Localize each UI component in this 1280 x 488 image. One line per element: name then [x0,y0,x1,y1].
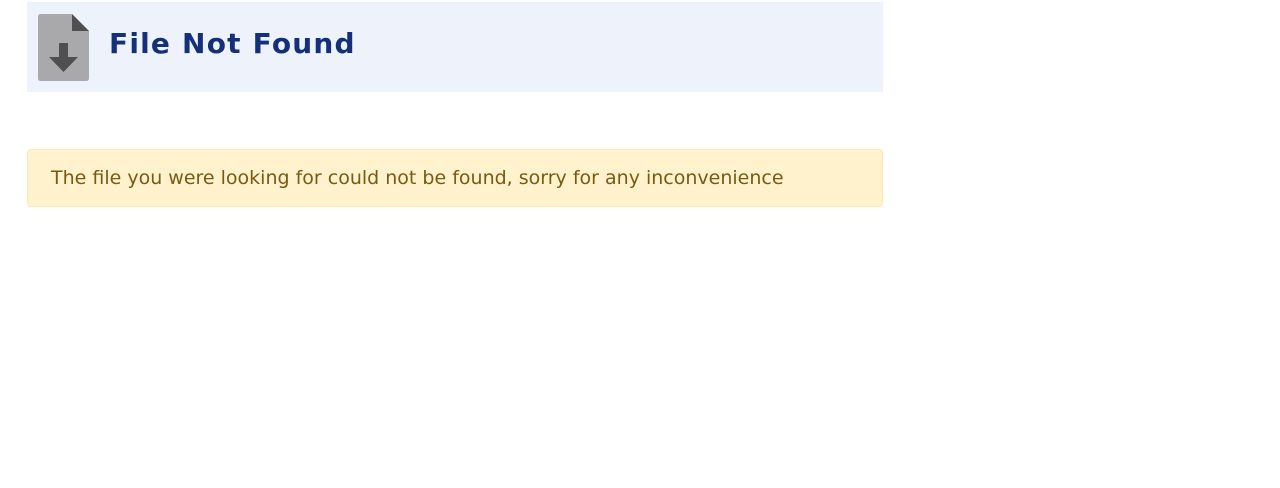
alert-message: The file you were looking for could not … [51,167,784,189]
not-found-alert: The file you were looking for could not … [27,149,883,207]
file-download-icon [38,14,89,81]
page-title: File Not Found [109,27,356,60]
file-not-found-header: File Not Found [27,2,883,92]
